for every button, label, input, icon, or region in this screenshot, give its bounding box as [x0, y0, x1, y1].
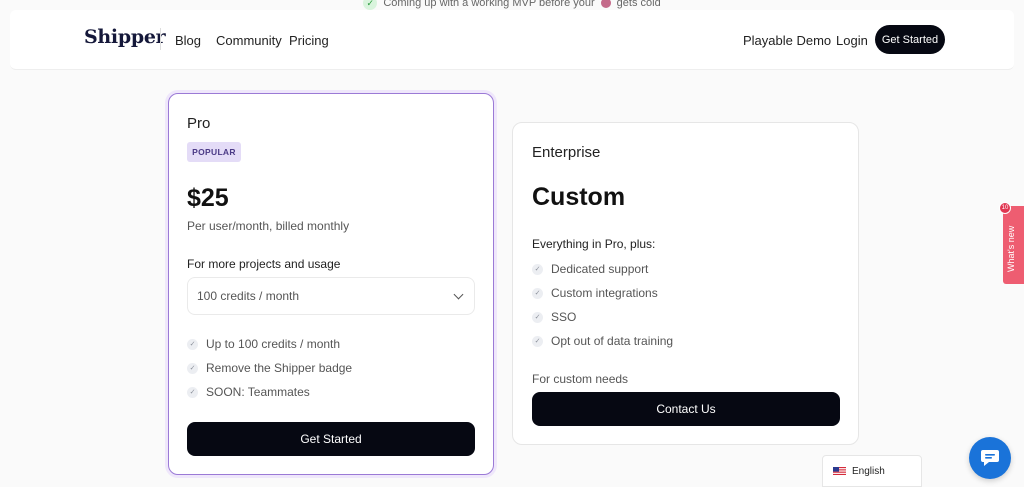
- credits-select[interactable]: 100 credits / month: [187, 277, 475, 315]
- check-icon: ✓: [187, 386, 198, 398]
- shipper-logo[interactable]: Shipper: [84, 26, 166, 48]
- whats-new-tab[interactable]: What's new: [1003, 206, 1024, 284]
- feature-label: SOON: Teammates: [206, 385, 310, 399]
- banner-text: Coming up with a working MVP before your: [383, 0, 595, 9]
- billing-note: Per user/month, billed monthly: [187, 219, 350, 233]
- language-label: English: [852, 465, 885, 477]
- feature-label: Custom integrations: [551, 286, 658, 300]
- logo-divider: [160, 28, 161, 50]
- plan-name: Enterprise: [532, 144, 601, 161]
- banner-text-end: gets cold: [616, 0, 661, 9]
- nav-link-login[interactable]: Login: [836, 33, 868, 48]
- check-icon: ✓: [187, 362, 198, 374]
- coffee-icon: [600, 0, 611, 8]
- plan-price: Custom: [532, 183, 626, 211]
- custom-needs-note: For custom needs: [532, 372, 629, 386]
- pricing-card-enterprise: Enterprise Custom Everything in Pro, plu…: [512, 122, 859, 445]
- announcement-banner: ✓ Coming up with a working MVP before yo…: [0, 0, 1024, 10]
- feature-item: ✓ Opt out of data training: [532, 334, 673, 348]
- notification-count-badge: 10: [999, 202, 1011, 214]
- language-selector[interactable]: English: [822, 455, 922, 487]
- popular-badge: POPULAR: [187, 142, 241, 162]
- plan-price: $25: [187, 184, 229, 212]
- chat-launcher-button[interactable]: [969, 437, 1011, 479]
- top-navbar: Shipper Blog Community Pricing Playable …: [10, 10, 1014, 70]
- feature-item: ✓ SSO: [532, 310, 576, 324]
- check-icon: ✓: [187, 338, 198, 350]
- plan-name: Pro: [187, 115, 211, 132]
- feature-label: SSO: [551, 310, 577, 324]
- feature-label: Opt out of data training: [551, 334, 674, 348]
- get-started-nav-button[interactable]: Get Started: [875, 25, 945, 54]
- feature-label: Dedicated support: [551, 262, 649, 276]
- check-icon: ✓: [532, 287, 543, 299]
- check-icon: ✓: [532, 263, 543, 275]
- feature-item: ✓ SOON: Teammates: [187, 385, 310, 399]
- whats-new-label: What's new: [1006, 225, 1016, 272]
- nav-link-pricing[interactable]: Pricing: [289, 33, 329, 48]
- checkmark-icon: ✓: [363, 0, 378, 10]
- feature-label: Remove the Shipper badge: [206, 361, 353, 375]
- feature-label: Up to 100 credits / month: [206, 337, 341, 351]
- us-flag-icon: [833, 467, 846, 475]
- usage-label: For more projects and usage: [187, 257, 341, 271]
- nav-link-playable-demo[interactable]: Playable Demo: [743, 33, 831, 48]
- plan-intro: Everything in Pro, plus:: [532, 237, 656, 251]
- feature-item: ✓ Up to 100 credits / month: [187, 337, 340, 351]
- credits-select-value: 100 credits / month: [197, 289, 300, 303]
- nav-link-community[interactable]: Community: [216, 33, 282, 48]
- chat-bubble-icon: [981, 450, 999, 466]
- check-icon: ✓: [532, 311, 543, 323]
- check-icon: ✓: [532, 335, 543, 347]
- feature-item: ✓ Remove the Shipper badge: [187, 361, 352, 375]
- get-started-button[interactable]: Get Started: [187, 422, 475, 456]
- feature-item: ✓ Custom integrations: [532, 286, 658, 300]
- nav-link-blog[interactable]: Blog: [175, 33, 201, 48]
- pricing-card-pro: Pro POPULAR $25 Per user/month, billed m…: [168, 93, 494, 475]
- feature-item: ✓ Dedicated support: [532, 262, 648, 276]
- chevron-down-icon: [453, 289, 464, 299]
- contact-us-button[interactable]: Contact Us: [532, 392, 840, 426]
